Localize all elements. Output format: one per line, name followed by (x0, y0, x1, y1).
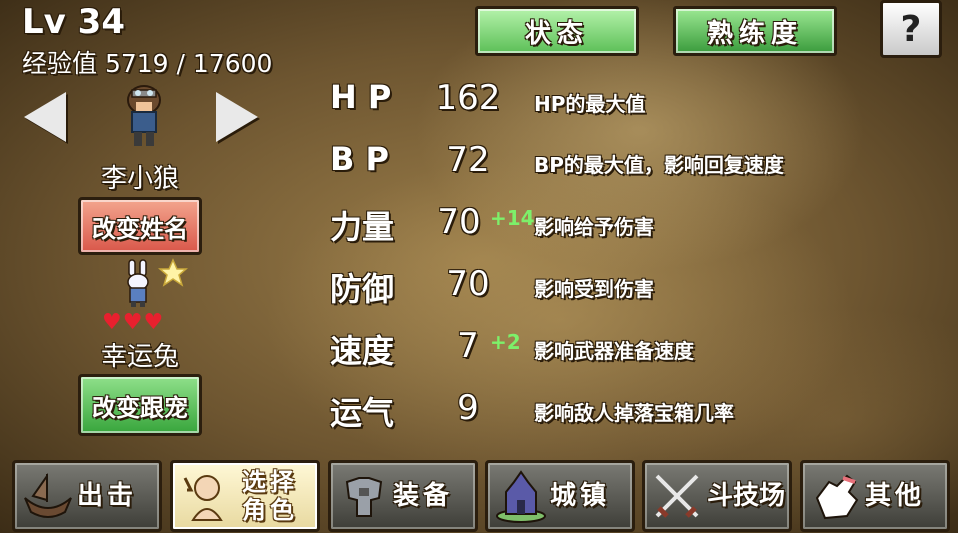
experience-value: 经验值 5719 / 17600 (22, 49, 273, 78)
character-sprite-icon (127, 85, 161, 146)
stat-desc-speed: 影响武器准备速度 (534, 339, 694, 363)
stat-label-luck: 运气 (330, 394, 395, 432)
character-select-icon (183, 475, 223, 521)
tab-proficiency[interactable]: 熟练度 (673, 6, 837, 56)
stat-label-hp: H P (330, 78, 392, 116)
stat-value-hp: 162 (435, 78, 501, 118)
nav-arena-button[interactable]: 斗技场 (642, 460, 792, 532)
nav-label: 选择角色 (242, 468, 298, 524)
nav-select-character-button[interactable]: 选择角色 (170, 460, 320, 532)
stat-label-strength: 力量 (330, 208, 395, 246)
nav-label: 城镇 (550, 481, 611, 511)
stat-label-bp: B P (330, 140, 389, 178)
castle-icon (496, 470, 546, 523)
nav-label: 装备 (393, 481, 454, 511)
nav-label: 其他 (865, 481, 926, 511)
stat-label-defense: 防御 (330, 270, 395, 308)
armor-icon (345, 477, 383, 517)
stat-value-bp: 72 (446, 140, 490, 180)
stat-value-luck: 9 (457, 388, 479, 428)
nav-label: 斗技场 (707, 481, 786, 511)
pet-name: 幸运兔 (100, 342, 179, 372)
crossed-swords-icon (655, 474, 699, 518)
stat-desc-defense: 影响受到伤害 (534, 277, 654, 301)
rabbit-pet-icon (127, 259, 149, 307)
stat-value-defense: 70 (446, 264, 490, 304)
ship-icon (24, 472, 72, 518)
next-character-arrow-icon[interactable] (216, 92, 258, 142)
star-icon (158, 258, 188, 287)
stat-value-strength: 70 (437, 202, 481, 242)
nav-sortie-button[interactable]: 出击 (12, 460, 162, 532)
stat-desc-strength: 影响给予伤害 (534, 215, 654, 239)
previous-character-arrow-icon[interactable] (24, 92, 66, 142)
hand-icon (815, 474, 859, 520)
stat-label-speed: 速度 (330, 332, 395, 370)
stat-bonus-speed: +2 (490, 330, 521, 354)
change-pet-button[interactable]: 改变跟宠 (78, 374, 202, 436)
stat-desc-hp: HP的最大值 (534, 92, 646, 116)
stat-desc-luck: 影响敌人掉落宝箱几率 (534, 401, 734, 425)
stat-desc-bp: BP的最大值，影响回复速度 (534, 153, 784, 177)
player-level: Lv 34 (22, 2, 125, 42)
pet-hearts: ♥♥♥ (102, 310, 165, 335)
tab-status[interactable]: 状态 (475, 6, 639, 56)
rename-button[interactable]: 改变姓名 (78, 197, 202, 255)
stat-bonus-strength: +14 (490, 206, 535, 230)
character-name: 李小狼 (100, 164, 179, 194)
nav-equipment-button[interactable]: 装备 (328, 460, 478, 532)
nav-other-button[interactable]: 其他 (800, 460, 950, 532)
help-button[interactable]: ? (880, 0, 942, 58)
nav-label: 出击 (77, 481, 138, 511)
nav-town-button[interactable]: 城镇 (485, 460, 635, 532)
